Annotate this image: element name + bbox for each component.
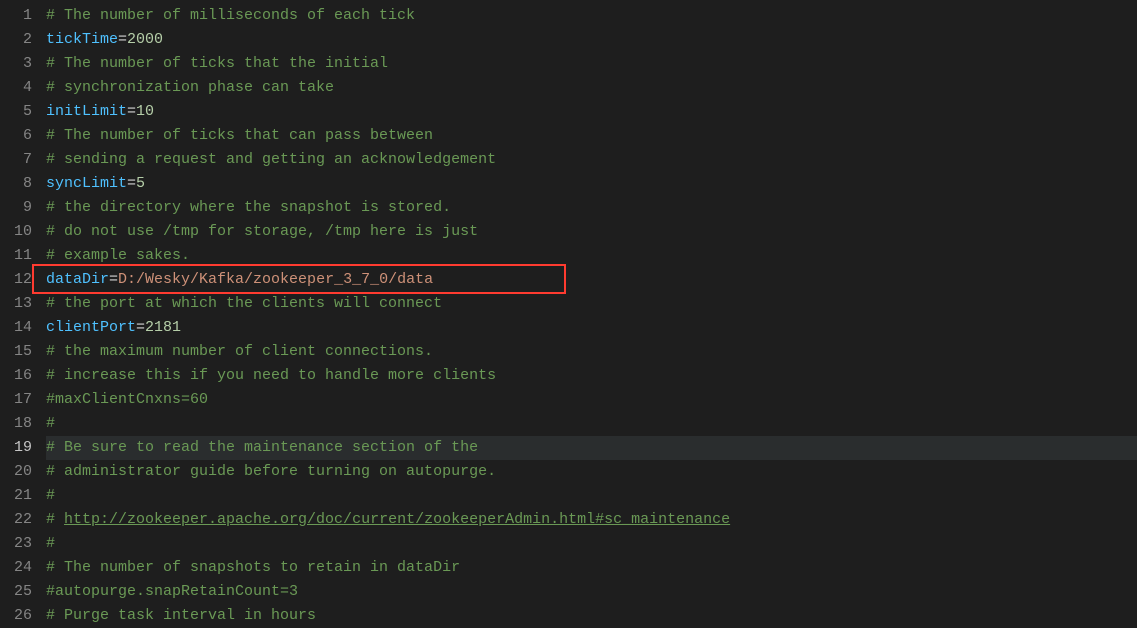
line-number: 21 xyxy=(6,484,32,508)
code-line[interactable]: # The number of ticks that the initial xyxy=(46,52,1137,76)
line-number: 22 xyxy=(6,508,32,532)
code-line[interactable]: initLimit=10 xyxy=(46,100,1137,124)
line-number: 24 xyxy=(6,556,32,580)
code-line[interactable]: # xyxy=(46,484,1137,508)
code-token: # xyxy=(46,415,55,432)
line-number: 23 xyxy=(6,532,32,556)
code-token: # The number of ticks that can pass betw… xyxy=(46,127,433,144)
code-line[interactable]: # xyxy=(46,412,1137,436)
line-number: 9 xyxy=(6,196,32,220)
code-token: = xyxy=(109,271,118,288)
line-number: 7 xyxy=(6,148,32,172)
code-token: # increase this if you need to handle mo… xyxy=(46,367,496,384)
code-token: # The number of milliseconds of each tic… xyxy=(46,7,415,24)
code-token: # the maximum number of client connectio… xyxy=(46,343,433,360)
code-token: 5 xyxy=(136,175,145,192)
line-number: 1 xyxy=(6,4,32,28)
line-number: 10 xyxy=(6,220,32,244)
code-line[interactable]: #maxClientCnxns=60 xyxy=(46,388,1137,412)
code-line[interactable]: # the maximum number of client connectio… xyxy=(46,340,1137,364)
line-number: 15 xyxy=(6,340,32,364)
code-token: # synchronization phase can take xyxy=(46,79,334,96)
code-line[interactable]: # synchronization phase can take xyxy=(46,76,1137,100)
code-token: # The number of snapshots to retain in d… xyxy=(46,559,460,576)
code-token: # Purge task interval in hours xyxy=(46,607,316,624)
code-line[interactable]: # sending a request and getting an ackno… xyxy=(46,148,1137,172)
code-token: = xyxy=(118,31,127,48)
code-token: # Be sure to read the maintenance sectio… xyxy=(46,439,478,456)
code-token: 2000 xyxy=(127,31,163,48)
code-token: # xyxy=(46,487,55,504)
line-number: 5 xyxy=(6,100,32,124)
code-token: 2181 xyxy=(145,319,181,336)
code-editor[interactable]: 1234567891011121314151617181920212223242… xyxy=(0,0,1137,621)
code-token: = xyxy=(136,319,145,336)
line-number: 3 xyxy=(6,52,32,76)
code-token: = xyxy=(127,103,136,120)
code-line[interactable]: # Be sure to read the maintenance sectio… xyxy=(46,436,1137,460)
line-number: 26 xyxy=(6,604,32,628)
code-token: # sending a request and getting an ackno… xyxy=(46,151,496,168)
code-token: clientPort xyxy=(46,319,136,336)
code-line[interactable]: #autopurge.snapRetainCount=3 xyxy=(46,580,1137,604)
line-number: 17 xyxy=(6,388,32,412)
code-token: # example sakes. xyxy=(46,247,190,264)
code-line[interactable]: dataDir=D:/Wesky/Kafka/zookeeper_3_7_0/d… xyxy=(46,268,1137,292)
code-token: initLimit xyxy=(46,103,127,120)
code-line[interactable]: # administrator guide before turning on … xyxy=(46,460,1137,484)
code-line[interactable]: # The number of snapshots to retain in d… xyxy=(46,556,1137,580)
line-number: 19 xyxy=(6,436,32,460)
code-token: #maxClientCnxns=60 xyxy=(46,391,208,408)
code-line[interactable]: tickTime=2000 xyxy=(46,28,1137,52)
code-line[interactable]: # http://zookeeper.apache.org/doc/curren… xyxy=(46,508,1137,532)
line-number: 13 xyxy=(6,292,32,316)
code-token: syncLimit xyxy=(46,175,127,192)
line-number: 14 xyxy=(6,316,32,340)
line-number: 12 xyxy=(6,268,32,292)
code-line[interactable]: # do not use /tmp for storage, /tmp here… xyxy=(46,220,1137,244)
line-number: 20 xyxy=(6,460,32,484)
code-line[interactable]: clientPort=2181 xyxy=(46,316,1137,340)
line-number: 11 xyxy=(6,244,32,268)
line-number: 6 xyxy=(6,124,32,148)
code-token: = xyxy=(127,175,136,192)
code-token: D:/Wesky/Kafka/zookeeper_3_7_0/data xyxy=(118,271,433,288)
code-token: # xyxy=(46,535,55,552)
code-token: # the port at which the clients will con… xyxy=(46,295,442,312)
code-line[interactable]: # the directory where the snapshot is st… xyxy=(46,196,1137,220)
code-line[interactable]: syncLimit=5 xyxy=(46,172,1137,196)
code-token: # administrator guide before turning on … xyxy=(46,463,496,480)
code-line[interactable]: # the port at which the clients will con… xyxy=(46,292,1137,316)
code-line[interactable]: # Purge task interval in hours xyxy=(46,604,1137,628)
code-token: # The number of ticks that the initial xyxy=(46,55,388,72)
line-number-gutter: 1234567891011121314151617181920212223242… xyxy=(0,0,46,621)
code-token: dataDir xyxy=(46,271,109,288)
code-token: # xyxy=(46,511,64,528)
code-token: http://zookeeper.apache.org/doc/current/… xyxy=(64,511,730,528)
code-line[interactable]: # xyxy=(46,532,1137,556)
line-number: 2 xyxy=(6,28,32,52)
code-line[interactable]: # The number of milliseconds of each tic… xyxy=(46,4,1137,28)
code-line[interactable]: # The number of ticks that can pass betw… xyxy=(46,124,1137,148)
code-line[interactable]: # example sakes. xyxy=(46,244,1137,268)
line-number: 25 xyxy=(6,580,32,604)
line-number: 18 xyxy=(6,412,32,436)
line-number: 8 xyxy=(6,172,32,196)
line-number: 4 xyxy=(6,76,32,100)
line-number: 16 xyxy=(6,364,32,388)
code-token: 10 xyxy=(136,103,154,120)
code-token: tickTime xyxy=(46,31,118,48)
code-token: # the directory where the snapshot is st… xyxy=(46,199,451,216)
code-token: #autopurge.snapRetainCount=3 xyxy=(46,583,298,600)
code-token: # do not use /tmp for storage, /tmp here… xyxy=(46,223,478,240)
code-area[interactable]: # The number of milliseconds of each tic… xyxy=(46,0,1137,621)
code-line[interactable]: # increase this if you need to handle mo… xyxy=(46,364,1137,388)
